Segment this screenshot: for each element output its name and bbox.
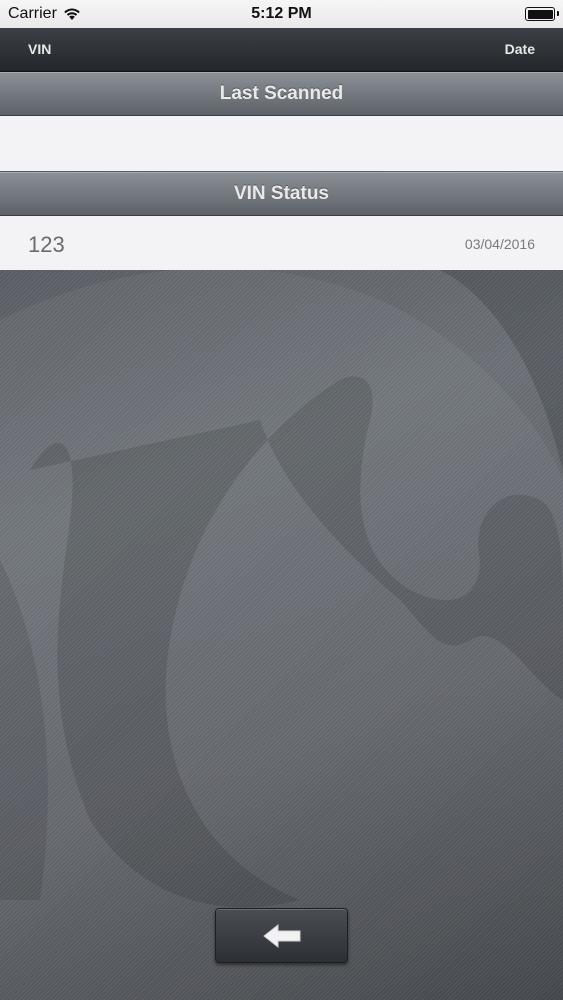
date-column-header: Date	[504, 41, 535, 57]
vin-value: 123	[28, 232, 65, 257]
vin-status-header: VIN Status	[0, 172, 563, 216]
status-time: 5:12 PM	[251, 5, 312, 22]
column-header-bar: VIN Date	[0, 28, 563, 72]
vin-column-header: VIN	[28, 41, 52, 57]
back-button[interactable]	[215, 908, 348, 963]
status-bar: Carrier 5:12 PM	[0, 0, 563, 28]
vin-status-row[interactable]: 123 03/04/2016	[0, 216, 563, 270]
battery-level	[527, 9, 553, 19]
arrow-left-icon	[262, 923, 300, 948]
battery-icon	[525, 7, 559, 21]
last-scanned-row[interactable]	[0, 116, 563, 171]
last-scanned-header: Last Scanned	[0, 72, 563, 116]
app-screen: Carrier 5:12 PM VIN Date Last Scanned VI…	[0, 0, 563, 1000]
vin-date: 03/04/2016	[464, 236, 535, 252]
